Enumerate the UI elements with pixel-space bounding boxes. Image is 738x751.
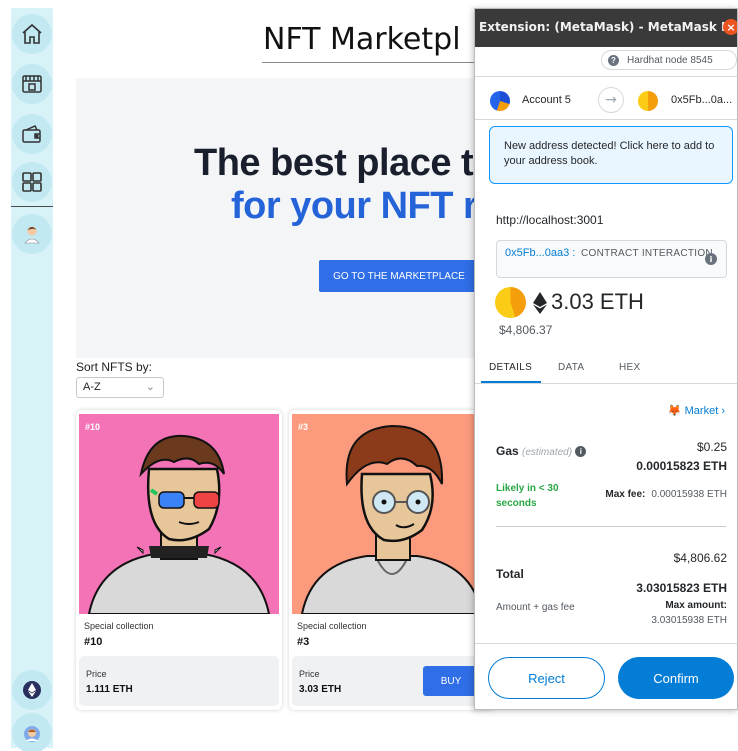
price-label: Price	[86, 669, 107, 679]
nft-3-illustration	[292, 414, 492, 614]
nft-image	[79, 414, 279, 614]
wallet-icon	[22, 125, 41, 143]
sort-select[interactable]: A-Z ⌄	[76, 377, 164, 398]
sidebar-divider	[11, 206, 53, 207]
action-footer: Reject Confirm	[475, 643, 737, 709]
price-label: Price	[299, 669, 320, 679]
transaction-amount-fiat: $4,806.37	[499, 323, 553, 337]
account-row: Account 5 → 0x5Fb...0a...	[475, 76, 737, 120]
gas-eth: 0.00015823 ETH	[636, 459, 727, 473]
page-title: NFT Marketpl	[263, 22, 461, 57]
price-value: 3.03 ETH	[299, 684, 342, 695]
hero-banner: The best place t for your NFT r GO TO TH…	[76, 78, 476, 358]
home-button[interactable]	[12, 14, 52, 54]
max-amount-label: Max amount:	[665, 600, 727, 611]
gas-label: Gas (estimated) i	[496, 444, 587, 458]
price-box: Price 3.03 ETH BUY	[292, 656, 492, 706]
nft-image	[292, 414, 492, 614]
reject-button[interactable]: Reject	[488, 657, 605, 699]
gas-estimated: (estimated)	[522, 447, 573, 458]
storefront-icon	[22, 75, 42, 93]
network-name: Hardhat node 8545	[627, 54, 713, 66]
network-pill[interactable]: ? Hardhat node 8545	[601, 50, 737, 70]
info-icon[interactable]: i	[705, 253, 717, 265]
details-panel: 🦊 Market › Gas (estimated) i $0.25 0.000…	[475, 384, 737, 654]
sidebar	[11, 8, 53, 751]
window-title: Extension: (MetaMask) - MetaMask N...	[479, 20, 738, 34]
price-value: 1.111 ETH	[86, 684, 133, 695]
page: NFT Marketpl The best place t for your N…	[0, 0, 738, 751]
tab-hex[interactable]: HEX	[619, 362, 640, 373]
nft-card[interactable]: #10 Special collection #10 Price 1.111 E…	[76, 410, 282, 710]
user-avatar-button[interactable]	[12, 713, 52, 751]
collection-name: Special collection	[297, 621, 367, 631]
close-icon[interactable]: ×	[723, 19, 737, 35]
origin-url: http://localhost:3001	[496, 213, 604, 227]
tab-data[interactable]: DATA	[558, 362, 584, 373]
window-titlebar[interactable]: Extension: (MetaMask) - MetaMask N... ×	[475, 9, 738, 47]
gas-likely-time: Likely in < 30 seconds	[496, 483, 559, 509]
amount-gas-label: Amount + gas fee	[496, 602, 575, 613]
buy-button[interactable]: BUY	[423, 666, 479, 696]
storefront-button[interactable]	[12, 64, 52, 104]
max-fee-label: Max fee:	[605, 489, 646, 500]
gas-fiat: $0.25	[696, 440, 727, 454]
nft-badge: #10	[85, 422, 101, 432]
max-fee: Max fee: 0.00015938 ETH	[605, 489, 727, 500]
sort-selected-value: A-Z	[83, 381, 101, 393]
profile-button[interactable]	[12, 214, 52, 254]
price-box: Price 1.111 ETH	[79, 656, 279, 706]
total-label: Total	[496, 567, 524, 581]
home-icon	[22, 23, 42, 44]
gas-label-text: Gas	[496, 444, 519, 458]
contract-type: CONTRACT INTERACTION	[581, 248, 713, 259]
arrow-right-icon: →	[598, 87, 624, 113]
nft-name: #10	[84, 636, 103, 648]
from-account-name[interactable]: Account 5	[522, 94, 571, 106]
market-link[interactable]: 🦊 Market ›	[668, 404, 725, 417]
contract-address[interactable]: 0x5Fb...0aa3 :	[505, 246, 575, 261]
dashboard-icon	[22, 172, 42, 192]
token-icon	[495, 287, 526, 318]
nft-name: #3	[297, 636, 310, 648]
metamask-popup: Extension: (MetaMask) - MetaMask N... × …	[474, 8, 738, 710]
tab-bar: DETAILS DATA HEX	[475, 354, 737, 384]
max-fee-value: 0.00015938 ETH	[651, 489, 727, 500]
total-fiat: $4,806.62	[673, 551, 727, 565]
nft-10-illustration	[79, 414, 279, 614]
contract-interaction-box: 0x5Fb...0aa3 : CONTRACT INTERACTION i	[496, 240, 727, 278]
eth-icon	[533, 292, 547, 314]
gas-info-icon[interactable]: i	[575, 446, 587, 457]
fox-icon: 🦊	[667, 405, 682, 417]
ethereum-icon	[23, 681, 41, 699]
hero-headline: The best place t	[194, 142, 474, 184]
nft-card[interactable]: #3 Special collection #3 Price 3.03 ETH …	[289, 410, 495, 710]
nft-badge: #3	[298, 422, 309, 432]
to-account-address[interactable]: 0x5Fb...0a...	[671, 94, 732, 106]
chevron-down-icon: ⌄	[145, 381, 155, 393]
from-account-icon	[490, 91, 510, 111]
sort-label: Sort NFTS by:	[76, 360, 153, 374]
tab-details[interactable]: DETAILS	[489, 362, 532, 373]
market-label: Market	[684, 405, 719, 417]
confirm-button[interactable]: Confirm	[618, 657, 734, 699]
new-address-notice[interactable]: New address detected! Click here to add …	[489, 126, 733, 184]
collection-name: Special collection	[84, 621, 154, 631]
divider	[496, 526, 726, 527]
profile-avatar-icon	[24, 226, 40, 244]
total-eth: 3.03015823 ETH	[636, 581, 727, 595]
hero-subheadline: for your NFT r	[231, 185, 476, 227]
user-avatar-icon	[24, 726, 40, 742]
go-to-marketplace-button[interactable]: GO TO THE MARKETPLACE	[319, 260, 476, 292]
wallet-button[interactable]	[12, 114, 52, 154]
ethereum-button[interactable]	[12, 670, 52, 710]
active-tab-indicator	[481, 381, 541, 383]
dashboard-button[interactable]	[12, 162, 52, 202]
chevron-right-icon: ›	[721, 405, 725, 417]
question-icon: ?	[608, 54, 619, 66]
title-underline	[262, 62, 477, 63]
to-account-icon	[638, 91, 658, 111]
max-amount-value: 3.03015938 ETH	[651, 615, 727, 626]
transaction-amount: 3.03 ETH	[551, 289, 644, 314]
